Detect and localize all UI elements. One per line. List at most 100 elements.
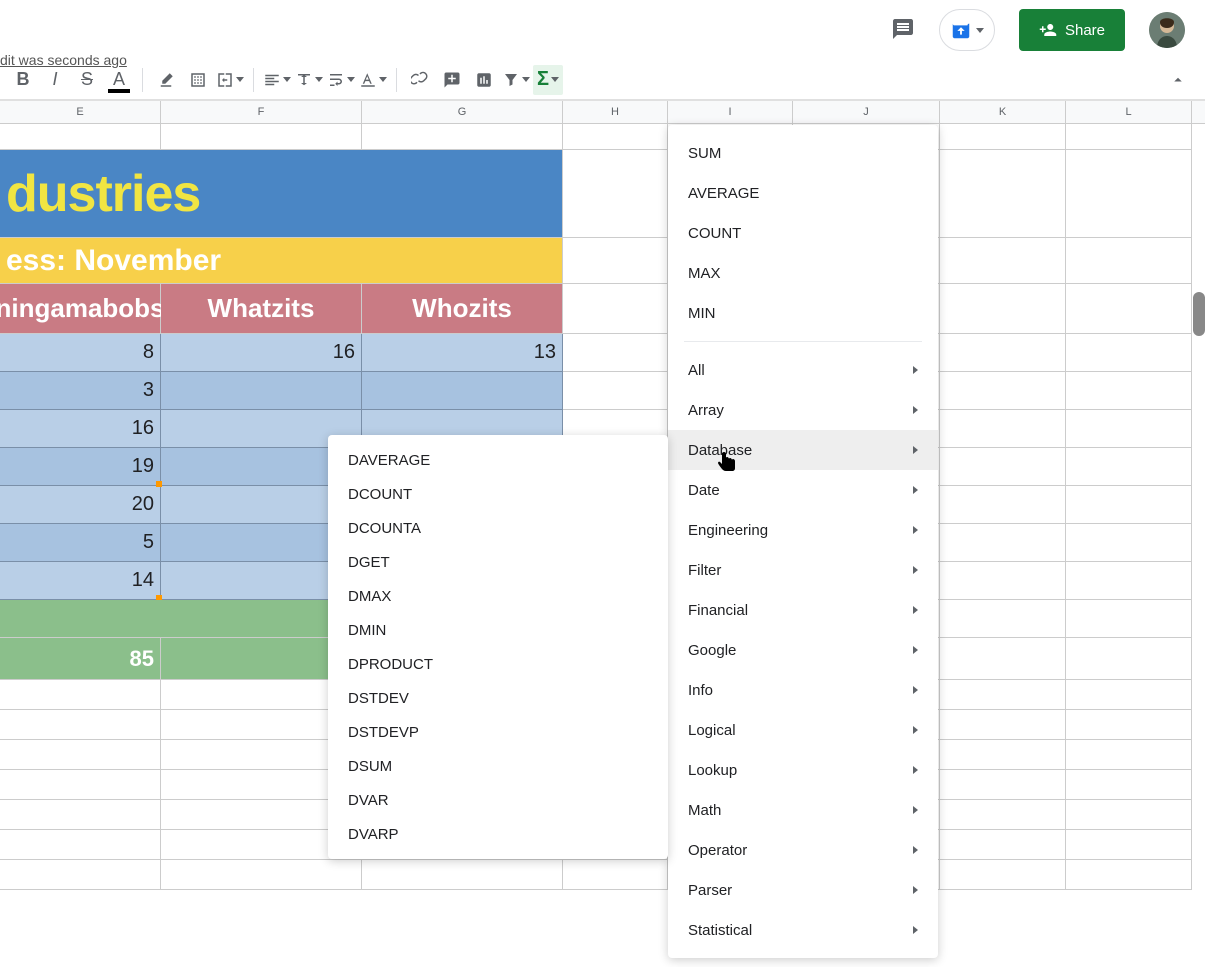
column-headers: EFGHIJKL (0, 100, 1205, 124)
function-category-date[interactable]: Date (668, 470, 938, 510)
insert-link-button[interactable] (405, 65, 435, 95)
comment-icon[interactable] (891, 17, 915, 44)
column-header-j[interactable]: J (793, 101, 940, 123)
db-function-dsum[interactable]: DSUM (328, 749, 668, 783)
db-function-dcounta[interactable]: DCOUNTA (328, 511, 668, 545)
data-cell[interactable]: 13 (362, 334, 563, 372)
data-cell[interactable]: 16 (0, 410, 161, 448)
top-bar: Share (0, 0, 1205, 60)
chevron-right-icon (913, 806, 918, 814)
function-category-filter[interactable]: Filter (668, 550, 938, 590)
chevron-right-icon (913, 886, 918, 894)
data-cell[interactable]: 19 (0, 448, 161, 486)
chevron-right-icon (913, 486, 918, 494)
present-button[interactable] (939, 9, 995, 51)
formatting-toolbar: B I S A Σ (0, 60, 1205, 100)
column-header-k[interactable]: K (940, 101, 1066, 123)
db-function-dproduct[interactable]: DPRODUCT (328, 647, 668, 681)
db-function-dmin[interactable]: DMIN (328, 613, 668, 647)
title-cell[interactable]: dustries (0, 150, 563, 238)
column-header-e[interactable]: E (0, 101, 161, 123)
table-header[interactable]: Whatzits (161, 284, 362, 334)
function-min[interactable]: MIN (668, 293, 938, 333)
functions-menu: SUMAVERAGECOUNTMAXMIN AllArrayDatabaseDat… (668, 125, 938, 958)
function-category-lookup[interactable]: Lookup (668, 750, 938, 790)
chevron-right-icon (913, 726, 918, 734)
db-function-dvar[interactable]: DVAR (328, 783, 668, 817)
chevron-right-icon (913, 366, 918, 374)
function-count[interactable]: COUNT (668, 213, 938, 253)
data-cell[interactable]: 20 (0, 486, 161, 524)
column-header-i[interactable]: I (668, 101, 793, 123)
chevron-right-icon (913, 446, 918, 454)
borders-button[interactable] (183, 65, 213, 95)
share-button[interactable]: Share (1019, 9, 1125, 51)
function-category-google[interactable]: Google (668, 630, 938, 670)
function-category-parser[interactable]: Parser (668, 870, 938, 910)
db-function-dvarp[interactable]: DVARP (328, 817, 668, 851)
chevron-right-icon (913, 406, 918, 414)
chevron-right-icon (913, 526, 918, 534)
column-header-l[interactable]: L (1066, 101, 1192, 123)
data-cell[interactable] (362, 372, 563, 410)
data-cell[interactable]: 16 (161, 334, 362, 372)
function-category-operator[interactable]: Operator (668, 830, 938, 870)
data-cell[interactable]: 3 (0, 372, 161, 410)
chevron-right-icon (913, 846, 918, 854)
db-function-dstdevp[interactable]: DSTDEVP (328, 715, 668, 749)
function-sum[interactable]: SUM (668, 133, 938, 173)
chevron-right-icon (913, 926, 918, 934)
column-header-f[interactable]: F (161, 101, 362, 123)
function-category-logical[interactable]: Logical (668, 710, 938, 750)
data-cell[interactable]: 14 (0, 562, 161, 600)
db-function-dmax[interactable]: DMAX (328, 579, 668, 613)
db-function-dstdev[interactable]: DSTDEV (328, 681, 668, 715)
db-function-dcount[interactable]: DCOUNT (328, 477, 668, 511)
table-header[interactable]: ningamabobs (0, 284, 161, 334)
function-max[interactable]: MAX (668, 253, 938, 293)
text-rotation-button[interactable] (358, 65, 388, 95)
function-category-engineering[interactable]: Engineering (668, 510, 938, 550)
total-cell[interactable]: 85 (0, 638, 161, 680)
column-header-h[interactable]: H (563, 101, 668, 123)
caret-down-icon (976, 28, 984, 33)
vertical-scrollbar[interactable] (1193, 292, 1205, 336)
function-category-financial[interactable]: Financial (668, 590, 938, 630)
filter-button[interactable] (501, 65, 531, 95)
data-cell[interactable] (161, 372, 362, 410)
data-cell[interactable]: 8 (0, 334, 161, 372)
chevron-right-icon (913, 606, 918, 614)
column-header-g[interactable]: G (362, 101, 563, 123)
chevron-right-icon (913, 686, 918, 694)
table-header[interactable]: Whozits (362, 284, 563, 334)
vertical-align-button[interactable] (294, 65, 324, 95)
insert-chart-button[interactable] (469, 65, 499, 95)
db-function-daverage[interactable]: DAVERAGE (328, 443, 668, 477)
data-cell[interactable]: 5 (0, 524, 161, 562)
strikethrough-button[interactable]: S (72, 65, 102, 95)
share-label: Share (1065, 22, 1105, 39)
function-category-statistical[interactable]: Statistical (668, 910, 938, 950)
merge-cells-button[interactable] (215, 65, 245, 95)
horizontal-align-button[interactable] (262, 65, 292, 95)
text-wrap-button[interactable] (326, 65, 356, 95)
database-submenu: DAVERAGEDCOUNTDCOUNTADGETDMAXDMINDPRODUC… (328, 435, 668, 859)
insert-comment-button[interactable] (437, 65, 467, 95)
function-category-array[interactable]: Array (668, 390, 938, 430)
italic-button[interactable]: I (40, 65, 70, 95)
function-category-info[interactable]: Info (668, 670, 938, 710)
fill-color-button[interactable] (151, 65, 181, 95)
function-category-all[interactable]: All (668, 350, 938, 390)
collapse-toolbar-button[interactable] (1163, 65, 1193, 95)
db-function-dget[interactable]: DGET (328, 545, 668, 579)
user-avatar[interactable] (1149, 12, 1185, 48)
text-color-button[interactable]: A (104, 65, 134, 95)
bold-button[interactable]: B (8, 65, 38, 95)
function-category-database[interactable]: Database (668, 430, 938, 470)
chevron-right-icon (913, 566, 918, 574)
function-category-math[interactable]: Math (668, 790, 938, 830)
chevron-right-icon (913, 766, 918, 774)
function-average[interactable]: AVERAGE (668, 173, 938, 213)
functions-button[interactable]: Σ (533, 65, 563, 95)
subtitle-cell[interactable]: ess: November (0, 238, 563, 284)
